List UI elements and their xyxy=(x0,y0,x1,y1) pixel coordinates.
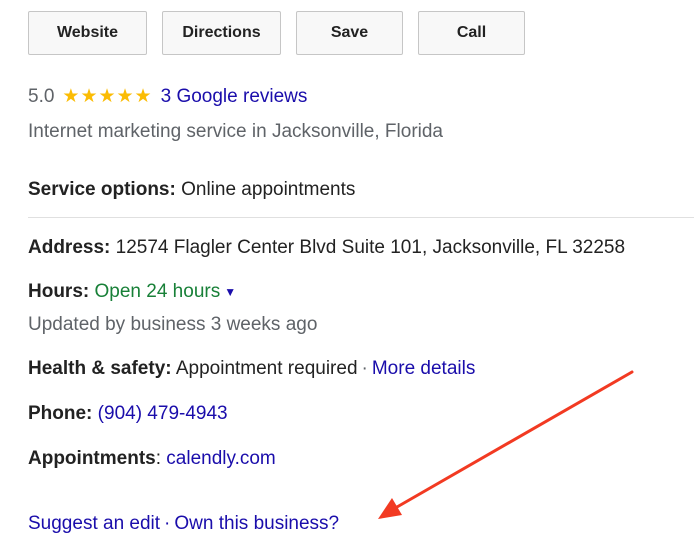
annotation-arrow-icon xyxy=(378,370,634,519)
